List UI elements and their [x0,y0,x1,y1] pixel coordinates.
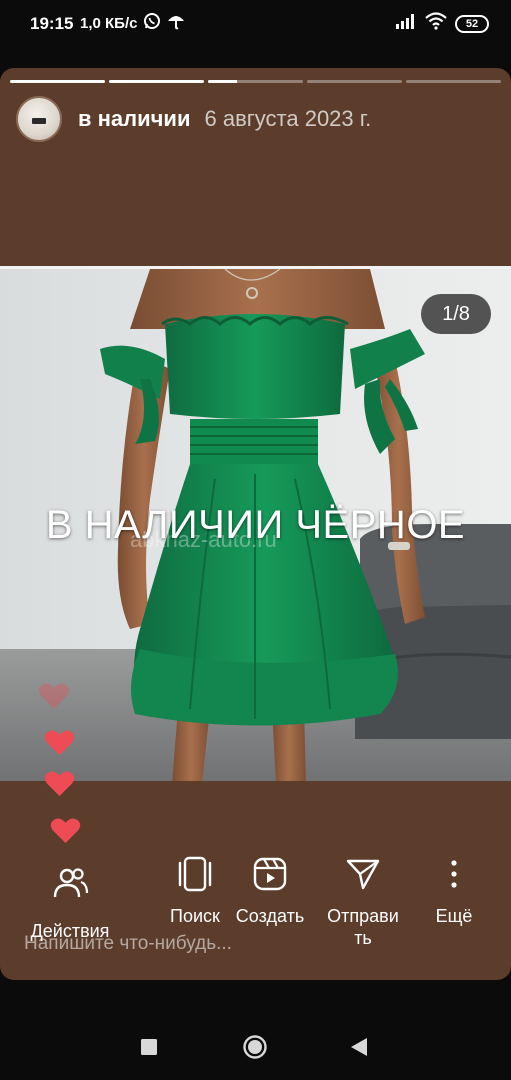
send-label-line2: ть [354,928,372,948]
more-label: Ещё [435,906,473,926]
system-nav-bar [0,980,511,1080]
notification-icons [143,12,185,35]
search-label: Поиск [170,906,220,926]
story-photo[interactable]: 1/8 abkhaz-auto.ru В НАЛИЧИИ ЧЁРНОЕ [0,266,511,781]
story-progress [10,80,501,83]
status-right-icons: 52 [395,12,489,35]
story-header: в наличии 6 августа 2023 г. [16,96,371,142]
back-triangle-icon[interactable] [350,1037,368,1062]
battery-icon: 52 [455,14,489,33]
send-icon [345,859,381,896]
recents-square-icon[interactable] [140,1038,158,1061]
heart-icon [38,682,70,715]
actions-button[interactable]: Действия [20,865,120,942]
story-date: 6 августа 2023 г. [204,106,372,131]
progress-segment [109,80,204,83]
status-network-speed: 1,0 КБ/с [80,15,138,32]
more-icon [436,860,472,896]
screen: 19:15 1,0 КБ/с 52 в наличии 6 августа 20… [0,0,511,1080]
progress-segment [208,80,303,83]
story-caption: В НАЛИЧИИ ЧЁРНОЕ [45,503,466,547]
avatar[interactable] [16,96,62,142]
wifi-icon [425,12,447,35]
create-button[interactable]: Создать [229,856,311,927]
status-bar: 19:15 1,0 КБ/с 52 [0,0,511,40]
story-username[interactable]: в наличии [78,106,190,132]
signal-icon [395,13,417,34]
story-card[interactable]: в наличии 6 августа 2023 г. 1/8 abkhaz-a… [0,68,511,980]
people-icon [51,868,89,905]
progress-segment [307,80,402,83]
home-circle-icon[interactable] [242,1034,268,1065]
status-time: 19:15 [30,14,74,33]
create-label: Создать [235,906,305,926]
more-button[interactable]: Ещё [424,856,484,927]
carousel-icon [176,856,214,896]
whatsapp-icon [143,12,161,35]
actions-label: Действия [30,921,110,941]
progress-segment [10,80,105,83]
heart-icon [50,817,81,849]
story-page-counter: 1/8 [421,294,491,334]
umbrella-icon [167,12,185,35]
progress-segment [406,80,501,83]
heart-icon [44,770,75,802]
search-button[interactable]: Поиск [158,856,232,927]
send-button[interactable]: Отправи ть [317,856,409,949]
reels-icon [252,857,288,896]
send-label-line1: Отправи [327,906,399,926]
heart-icon [44,729,75,761]
